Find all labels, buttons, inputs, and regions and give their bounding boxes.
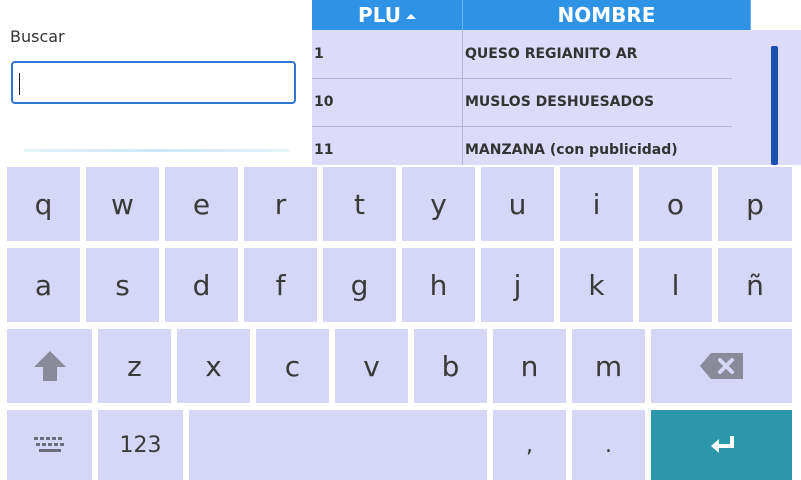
scrollbar-thumb[interactable] xyxy=(771,46,778,165)
key-g[interactable]: g xyxy=(323,248,396,322)
key-q[interactable]: q xyxy=(7,167,80,241)
key-n[interactable]: n xyxy=(493,329,566,403)
enter-key[interactable] xyxy=(651,410,792,480)
text-caret xyxy=(19,73,20,95)
column-header-nombre-label: NOMBRE xyxy=(557,3,656,27)
cell-nombre: QUESO REGIANITO AR xyxy=(462,30,733,78)
on-screen-keyboard: q w e r t y u i o p a s d f g h j k l ñ … xyxy=(0,165,801,480)
table-row[interactable]: 10 MUSLOS DESHUESADOS xyxy=(312,78,732,127)
key-y[interactable]: y xyxy=(402,167,475,241)
key-z[interactable]: z xyxy=(98,329,171,403)
cell-nombre: MUSLOS DESHUESADOS xyxy=(462,78,733,126)
search-label: Buscar xyxy=(10,27,65,46)
search-input[interactable] xyxy=(11,61,296,104)
key-s[interactable]: s xyxy=(86,248,159,322)
keyboard-icon xyxy=(33,437,64,452)
space-key[interactable] xyxy=(189,410,487,480)
key-p[interactable]: p xyxy=(718,167,792,241)
key-e[interactable]: e xyxy=(165,167,238,241)
key-t[interactable]: t xyxy=(323,167,396,241)
scrollbar-track[interactable] xyxy=(732,30,801,165)
key-i[interactable]: i xyxy=(560,167,633,241)
column-header-plu-label: PLU xyxy=(358,3,401,27)
key-x[interactable]: x xyxy=(177,329,250,403)
key-v[interactable]: v xyxy=(335,329,408,403)
key-k[interactable]: k xyxy=(560,248,633,322)
backspace-key[interactable] xyxy=(651,329,792,403)
table-body: 1 QUESO REGIANITO AR 10 MUSLOS DESHUESAD… xyxy=(312,30,732,174)
key-a[interactable]: a xyxy=(7,248,80,322)
key-m[interactable]: m xyxy=(572,329,645,403)
key-h[interactable]: h xyxy=(402,248,475,322)
key-j[interactable]: j xyxy=(481,248,554,322)
key-w[interactable]: w xyxy=(86,167,159,241)
cell-plu: 1 xyxy=(314,46,324,62)
table-header: PLU NOMBRE xyxy=(312,0,751,30)
shift-arrow-icon xyxy=(33,351,66,381)
key-n-tilde[interactable]: ñ xyxy=(718,248,792,322)
key-c[interactable]: c xyxy=(256,329,329,403)
enter-arrow-icon xyxy=(710,436,734,453)
table-row[interactable]: 1 QUESO REGIANITO AR xyxy=(312,30,732,79)
shift-key[interactable] xyxy=(7,329,92,403)
key-f[interactable]: f xyxy=(244,248,317,322)
key-l[interactable]: l xyxy=(639,248,712,322)
comma-key[interactable]: , xyxy=(493,410,566,480)
key-d[interactable]: d xyxy=(165,248,238,322)
sort-ascending-icon xyxy=(405,14,416,19)
backspace-icon xyxy=(699,353,743,379)
partially-hidden-button[interactable] xyxy=(24,149,290,152)
key-u[interactable]: u xyxy=(481,167,554,241)
cell-plu: 10 xyxy=(314,94,334,110)
key-o[interactable]: o xyxy=(639,167,712,241)
key-r[interactable]: r xyxy=(244,167,317,241)
keyboard-layout-key[interactable] xyxy=(7,410,92,480)
key-b[interactable]: b xyxy=(414,329,487,403)
column-header-nombre[interactable]: NOMBRE xyxy=(463,0,751,30)
numbers-key[interactable]: 123 xyxy=(98,410,183,480)
period-key[interactable]: . xyxy=(572,410,645,480)
column-header-plu[interactable]: PLU xyxy=(312,0,463,30)
